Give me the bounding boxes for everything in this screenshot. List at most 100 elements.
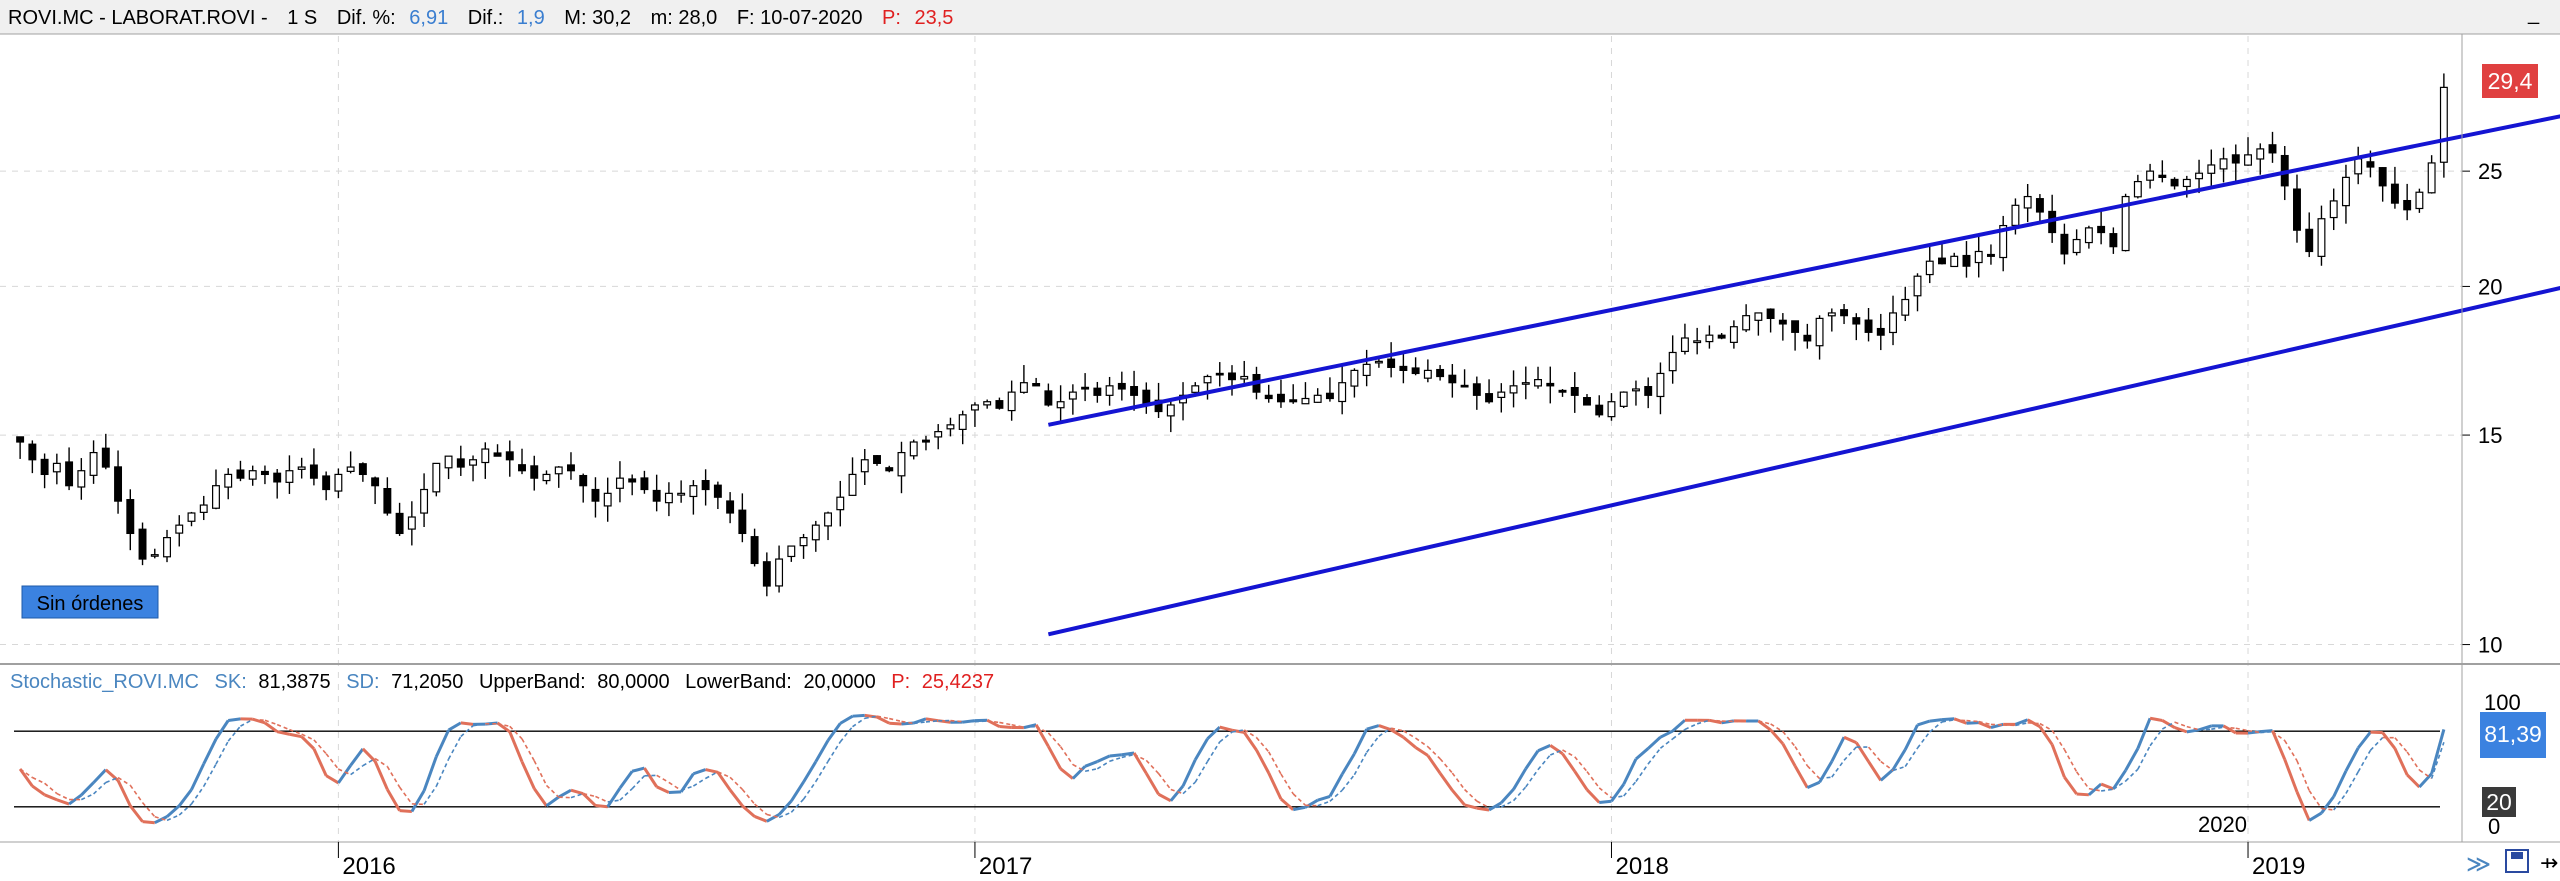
stoch-upper-label: UpperBand: [479, 671, 586, 693]
candle-body [799, 537, 808, 547]
header-dif-label: Dif.: [468, 7, 504, 29]
candle-body [897, 451, 906, 477]
candle-body [1680, 337, 1689, 353]
candle-body [309, 464, 318, 479]
candle-body [970, 404, 979, 411]
stoch-sk-segment [595, 804, 608, 809]
candle-body [138, 528, 147, 560]
stoch-header: Stochastic_ROVI.MC SK: 81,3875 SD: 71,20… [10, 671, 994, 693]
candle-body [603, 492, 612, 507]
candle-body [1081, 386, 1090, 390]
candle-body [1228, 372, 1236, 381]
candle-body [469, 459, 478, 466]
candle-body [1986, 253, 1995, 257]
candle-body [1117, 382, 1126, 390]
stoch-sk-segment [1966, 721, 1979, 725]
candle-body [1925, 260, 1934, 276]
candle-body [187, 512, 196, 522]
candle-body [89, 451, 98, 476]
candle-body [1497, 391, 1506, 399]
candle-body [163, 537, 171, 558]
candle-body [224, 473, 233, 488]
candle-body [1130, 386, 1139, 396]
candle-body [1436, 368, 1445, 378]
candle-body [664, 492, 673, 504]
candle-body [615, 477, 624, 489]
candle-body [1301, 397, 1310, 405]
candle-body [2023, 195, 2032, 209]
candle-body [1815, 317, 1824, 347]
candle-body [2011, 204, 2020, 226]
candle-body [65, 461, 74, 487]
stoch-lower-value: 20,0000 [803, 671, 875, 693]
candle-body [1913, 275, 1922, 297]
stoch-sk-segment [852, 713, 865, 718]
candle-body [2207, 164, 2216, 174]
candle-body [677, 492, 686, 496]
candle-body [1240, 375, 1249, 380]
candle-body [530, 465, 539, 479]
main-panel-bg [0, 0, 2560, 881]
candle-body [2293, 188, 2301, 231]
candle-body [922, 439, 930, 443]
candle-body [775, 558, 784, 587]
candle-body [750, 536, 759, 565]
stoch-sk-segment [999, 725, 1012, 729]
candle-body [1423, 369, 1432, 379]
candle-body [1166, 404, 1175, 417]
minimize-button[interactable]: _ [2527, 3, 2540, 25]
candle-body [1693, 340, 1702, 344]
candle-body [762, 561, 771, 587]
candle-body [1289, 399, 1298, 403]
chart-root: ROVI.MC - LABORAT.ROVI - 1 S Dif. %: 6,9… [0, 0, 2560, 881]
stoch-upper-value: 80,0000 [597, 671, 669, 693]
header-min: m: 28,0 [651, 7, 718, 29]
candle-body [407, 516, 416, 530]
candle-body [689, 485, 698, 498]
candle-body [1864, 319, 1873, 333]
candle-body [1974, 250, 1983, 264]
header-price-value: 23,5 [915, 7, 954, 29]
candle-body [2317, 218, 2326, 257]
stoch-p-label: P: [891, 671, 910, 693]
scroll-right-icon[interactable]: ⇸ [2540, 850, 2558, 875]
save-icon-inner [2511, 852, 2523, 859]
orders-badge[interactable]: Sin órdenes [37, 593, 144, 615]
candle-body [1631, 388, 1640, 392]
candle-body [432, 462, 441, 493]
candle-body [1276, 393, 1285, 403]
candle-body [1313, 394, 1322, 403]
candle-body [1032, 382, 1041, 387]
candle-body [2084, 227, 2093, 244]
candle-body [958, 414, 967, 430]
candle-body [2439, 86, 2448, 163]
candle-body [1962, 254, 1971, 267]
candle-body [1509, 385, 1518, 394]
stoch-sk-segment [460, 721, 474, 726]
candle-body [1754, 312, 1763, 321]
candle-body [2354, 158, 2363, 175]
stoch-lower-label: LowerBand: [685, 671, 792, 693]
stoch-sk-segment [2186, 728, 2200, 734]
candle-body [52, 462, 61, 473]
candle-body [1729, 326, 1738, 343]
candle-body [567, 464, 575, 472]
candle-body [456, 458, 465, 468]
candle-body [2378, 167, 2387, 187]
candle-body [2366, 161, 2375, 168]
candle-body [946, 424, 955, 430]
candle-body [2133, 180, 2142, 198]
candle-body [1215, 372, 1224, 376]
candle-body [1852, 317, 1861, 325]
candle-body [1546, 382, 1555, 387]
candle-body [579, 474, 588, 487]
candle-body [836, 496, 845, 511]
candle-body [554, 466, 563, 475]
stoch-sk-segment [399, 809, 412, 813]
candle-body [1105, 385, 1114, 396]
collapse-panels-icon[interactable]: ≫ [2466, 851, 2491, 878]
candle-body [2341, 176, 2350, 207]
candle-body [1019, 382, 1028, 393]
candle-body [1619, 391, 1628, 407]
candle-body [1950, 255, 1959, 268]
